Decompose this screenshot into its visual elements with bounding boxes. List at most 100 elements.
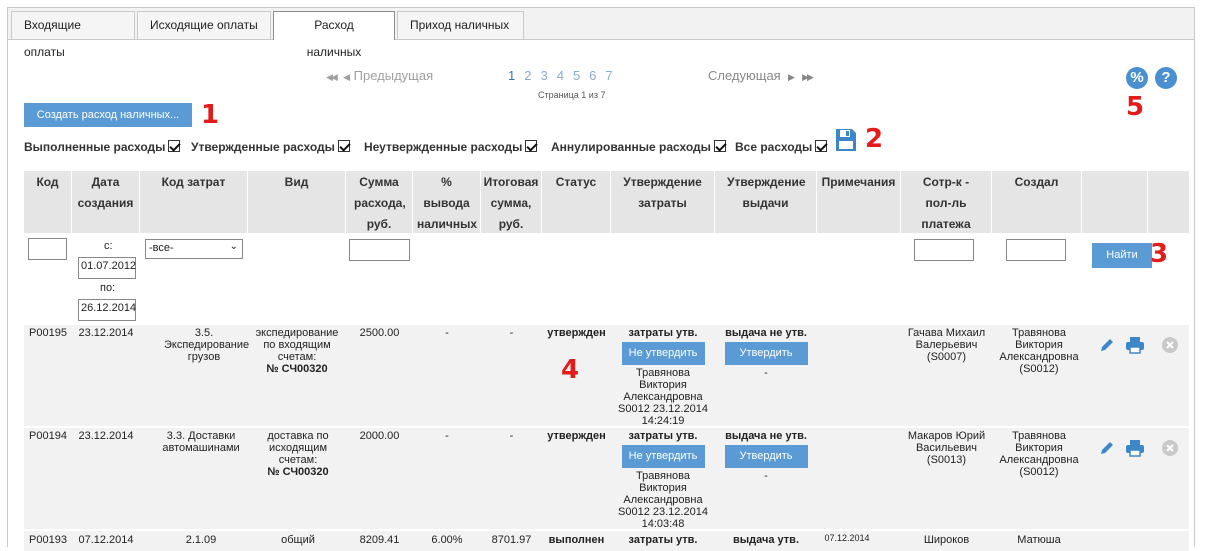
annotation-3: 3 — [1150, 239, 1169, 269]
page-link[interactable]: 2 — [524, 68, 531, 83]
chevron-down-icon: ⌄ — [229, 241, 238, 252]
col-header-cost-approval[interactable]: Утверждение затраты — [611, 171, 715, 233]
row-amount: 8209.41 — [359, 534, 400, 546]
col-header-actions — [1082, 171, 1148, 233]
table-row: P00195 23.12.2014 3.5. Экспедирование гр… — [24, 325, 1189, 427]
next-page-icon[interactable]: ▶ — [788, 72, 795, 82]
row-cost-code: 3.3. Доставки автомашинами — [162, 430, 240, 454]
row-payee: Гачава Михаил Валерьевич (S0007) — [907, 327, 986, 363]
row-date: 07.12.2014 — [78, 534, 134, 546]
code-search-input[interactable] — [28, 238, 67, 260]
unapprove-cost-button[interactable]: Не утвердить — [621, 342, 705, 365]
pagination-next[interactable]: Следующая ▶ ▶▶ — [708, 68, 814, 83]
cost-approval-status: затраты утв. — [628, 430, 698, 442]
date-to-input[interactable]: 26.12.2014 — [78, 299, 136, 321]
cost-approval-status: затраты утв. — [628, 534, 698, 546]
row-kind-ref[interactable]: № СЧ00320 — [267, 466, 328, 478]
filter-completed-checkbox[interactable] — [168, 140, 181, 152]
tab-incoming-payments[interactable]: Входящие оплаты — [11, 11, 135, 59]
filter-cancelled[interactable]: Аннулированные расходы — [551, 140, 726, 154]
edit-icon[interactable] — [1098, 336, 1116, 354]
tab-cash-expense[interactable]: Расход наличных — [273, 11, 395, 59]
first-page-icon[interactable]: ◀◀ — [326, 72, 338, 82]
col-header-created-date[interactable]: Дата создания — [72, 171, 140, 233]
unapprove-cost-button[interactable]: Не утвердить — [621, 445, 705, 468]
page-info: Страница 1 из 7 — [538, 90, 606, 100]
page-link[interactable]: 5 — [573, 68, 580, 83]
row-total: 8701.97 — [491, 534, 532, 546]
amount-search-input[interactable] — [349, 239, 410, 261]
filter-all-checkbox[interactable] — [815, 140, 828, 152]
table-row: P00194 23.12.2014 3.3. Доставки автомаши… — [24, 428, 1189, 530]
col-header-status[interactable]: Статус — [542, 171, 611, 233]
row-creator: Травянова Виктория Александровна (S0012) — [999, 430, 1079, 478]
row-payout-approval: выдача не утв. Утвердить - — [715, 430, 817, 482]
delete-icon[interactable] — [1162, 440, 1178, 456]
print-icon[interactable] — [1125, 439, 1145, 457]
col-header-creator[interactable]: Создал — [992, 171, 1082, 233]
help-icon[interactable]: ? — [1155, 67, 1177, 89]
filter-cancelled-label: Аннулированные расходы — [551, 140, 711, 154]
payee-search-input[interactable] — [914, 239, 974, 261]
save-icon[interactable] — [834, 127, 858, 153]
prev-page-icon[interactable]: ◀ — [343, 72, 350, 82]
create-cash-expense-button[interactable]: Создать расход наличных... — [24, 103, 192, 127]
page-link[interactable]: 3 — [540, 68, 547, 83]
col-header-cost-code[interactable]: Код затрат — [140, 171, 248, 233]
page-link[interactable]: 1 — [508, 68, 515, 83]
payout-approver-info: - — [764, 367, 768, 379]
approve-payout-button[interactable]: Утвердить — [724, 342, 808, 365]
row-cost-approval: затраты утв. Не утвердить Травянова Викт… — [611, 327, 715, 427]
filter-approved-checkbox[interactable] — [337, 140, 350, 152]
page-link[interactable]: 7 — [605, 68, 612, 83]
filter-all[interactable]: Все расходы — [735, 140, 828, 154]
row-total: - — [509, 327, 514, 339]
approve-payout-button[interactable]: Утвердить — [724, 445, 808, 468]
cost-code-select[interactable]: -все- ⌄ — [145, 239, 243, 259]
row-payee: Широков — [923, 534, 970, 546]
page-link[interactable]: 6 — [589, 68, 596, 83]
filter-unapproved-checkbox[interactable] — [525, 140, 538, 152]
filter-unapproved[interactable]: Неутвержденные расходы — [364, 140, 538, 154]
filter-approved[interactable]: Утвержденные расходы — [191, 140, 350, 154]
col-header-payout-approval[interactable]: Утверждение выдачи — [715, 171, 817, 233]
filter-completed[interactable]: Выполненные расходы — [24, 140, 181, 154]
next-page-label[interactable]: Следующая — [708, 68, 781, 83]
row-kind-ref[interactable]: № СЧ00320 — [266, 363, 327, 375]
col-header-notes[interactable]: Примечания — [817, 171, 901, 233]
payout-approver-info: - — [764, 470, 768, 482]
col-header-code[interactable]: Код — [24, 171, 72, 233]
filter-all-label: Все расходы — [735, 140, 813, 154]
col-header-payee[interactable]: Сотр-к - пол-ль платежа — [901, 171, 992, 233]
col-header-amount[interactable]: Сумма расхода, руб. — [346, 171, 413, 233]
filter-cancelled-checkbox[interactable] — [713, 140, 726, 152]
col-header-percent[interactable]: % вывода наличных — [413, 171, 481, 233]
filter-completed-label: Выполненные расходы — [24, 140, 166, 154]
row-cost-code: 3.5. Экспедирование грузов — [164, 327, 250, 363]
row-creator: Матюша — [1017, 534, 1061, 546]
tab-cash-income[interactable]: Приход наличных — [397, 11, 524, 39]
row-percent: 6.00% — [431, 534, 463, 546]
percent-icon[interactable]: % — [1126, 67, 1148, 89]
page-link[interactable]: 4 — [557, 68, 564, 83]
delete-icon[interactable] — [1162, 337, 1178, 353]
find-button[interactable]: Найти — [1092, 243, 1152, 268]
annotation-5: 5 — [1126, 92, 1145, 122]
date-from-input[interactable]: 01.07.2012 — [78, 257, 136, 279]
creator-search-input[interactable] — [1006, 239, 1066, 261]
cost-code-select-value: -все- — [149, 242, 174, 254]
prev-page-label[interactable]: Предыдущая — [354, 68, 434, 83]
tab-outgoing-payments[interactable]: Исходящие оплаты — [137, 11, 271, 39]
col-header-total[interactable]: Итоговая сумма, руб. — [481, 171, 542, 233]
col-header-kind[interactable]: Вид — [248, 171, 346, 233]
edit-icon[interactable] — [1098, 439, 1116, 457]
row-code: P00195 — [29, 327, 67, 339]
annotation-4: 4 — [561, 355, 580, 385]
page-numbers: 1234567 — [508, 68, 622, 83]
last-page-icon[interactable]: ▶▶ — [802, 72, 814, 82]
pagination-prev[interactable]: ◀◀ ◀ Предыдущая — [326, 68, 433, 83]
row-date: 23.12.2014 — [78, 430, 134, 442]
row-payee: Макаров Юрий Васильевич (S0013) — [907, 430, 986, 466]
print-icon[interactable] — [1125, 336, 1145, 354]
row-kind-text: доставка по исходящим счетам: — [267, 430, 329, 466]
